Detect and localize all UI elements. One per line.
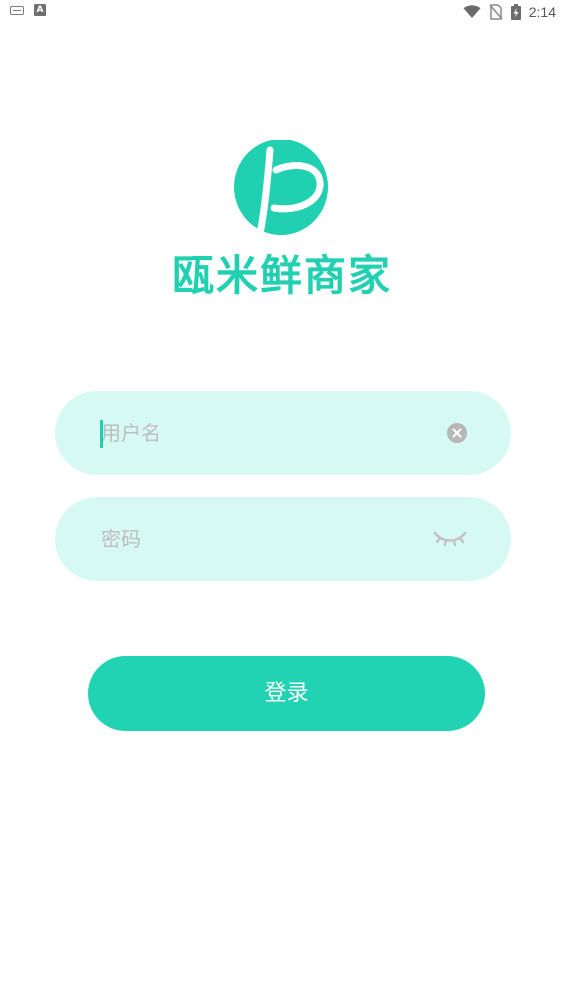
status-bar: A 2:14 — [0, 0, 564, 24]
status-bar-left: A — [10, 4, 46, 16]
status-bar-right: 2:14 — [463, 2, 556, 22]
username-input[interactable] — [101, 413, 421, 453]
username-field[interactable] — [55, 391, 511, 475]
no-sim-icon — [489, 4, 503, 20]
a-notification-icon: A — [34, 4, 46, 16]
login-button[interactable]: 登录 — [88, 656, 485, 731]
brand-logo-icon — [234, 140, 328, 238]
eye-closed-icon[interactable] — [433, 527, 467, 549]
battery-charging-icon — [510, 4, 521, 20]
text-caret — [100, 420, 103, 448]
keyboard-icon — [10, 5, 24, 15]
brand-name: 瓯米鲜商家 — [171, 251, 392, 300]
wifi-icon — [463, 5, 481, 18]
password-input[interactable] — [101, 519, 421, 559]
clear-icon[interactable] — [447, 423, 467, 443]
password-field[interactable] — [55, 497, 511, 581]
status-time: 2:14 — [528, 4, 556, 20]
login-screen: A 2:14 瓯米鲜商家 用户名 登录 — [0, 0, 564, 1002]
